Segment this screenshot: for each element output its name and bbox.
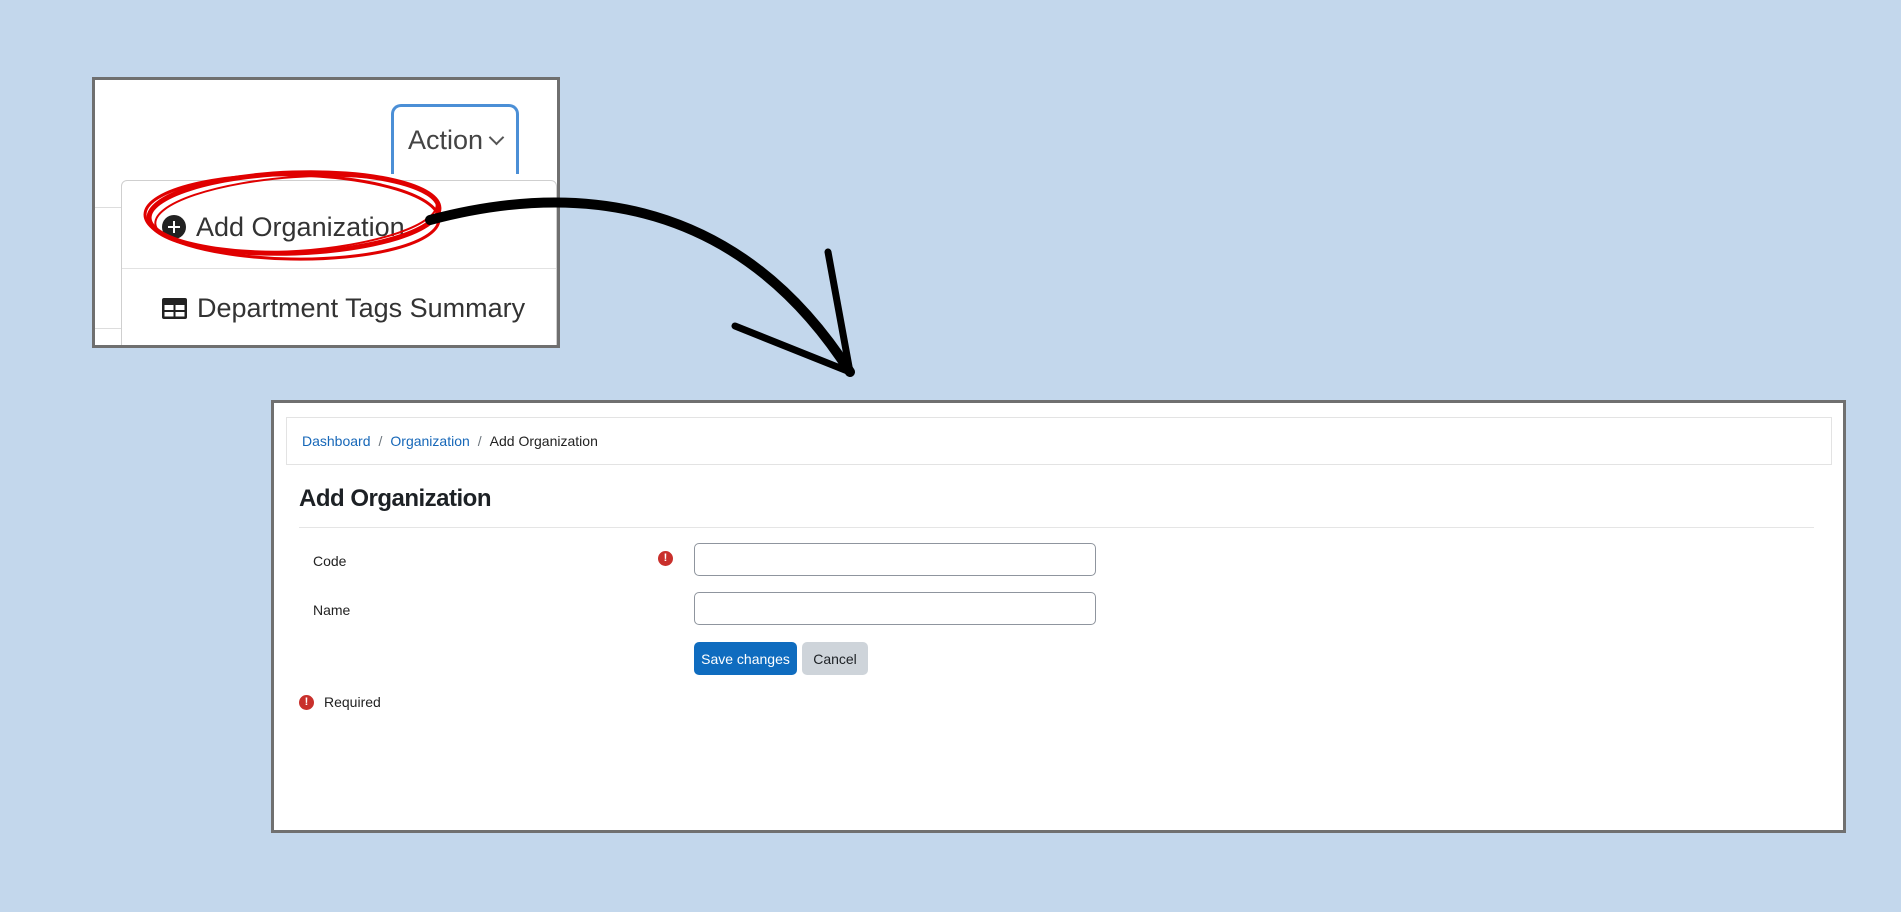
breadcrumb-organization[interactable]: Organization [390, 433, 469, 449]
action-button-label: Action [407, 125, 484, 155]
code-field[interactable] [694, 543, 1096, 576]
title-divider [299, 527, 1814, 528]
name-label: Name [313, 602, 351, 618]
arrow-head [731, 248, 854, 376]
required-legend-text: Required [324, 694, 381, 710]
breadcrumb-current: Add Organization [489, 433, 598, 449]
required-icon: ! [299, 694, 314, 710]
required-legend: ! Required [299, 694, 381, 710]
breadcrumb-separator: / [477, 433, 482, 449]
menu-item-department-tags-summary[interactable]: Department Tags Summary [122, 268, 556, 345]
name-field[interactable] [694, 592, 1096, 625]
action-button[interactable]: Action [391, 104, 519, 174]
plus-circle-icon [162, 215, 186, 239]
menu-item-label: Add Organization [196, 211, 405, 242]
cancel-button[interactable]: Cancel [802, 642, 868, 675]
breadcrumb: Dashboard / Organization / Add Organizat… [286, 417, 1832, 465]
required-icon: ! [658, 551, 673, 566]
breadcrumb-separator: / [378, 433, 383, 449]
table-icon [162, 298, 187, 319]
add-organization-page: Dashboard / Organization / Add Organizat… [271, 400, 1846, 833]
action-menu-zoom: Action Add Organization Department Tags … [92, 77, 560, 348]
chevron-down-icon [488, 129, 505, 146]
page-title: Add Organization [299, 485, 492, 512]
menu-item-label: Department Tags Summary [197, 293, 526, 323]
code-label: Code [313, 553, 347, 569]
save-button[interactable]: Save changes [694, 642, 797, 675]
menu-item-add-organization[interactable]: Add Organization [122, 187, 556, 267]
action-dropdown-menu: Add Organization Department Tags Summary [121, 180, 557, 345]
breadcrumb-dashboard[interactable]: Dashboard [302, 433, 371, 449]
